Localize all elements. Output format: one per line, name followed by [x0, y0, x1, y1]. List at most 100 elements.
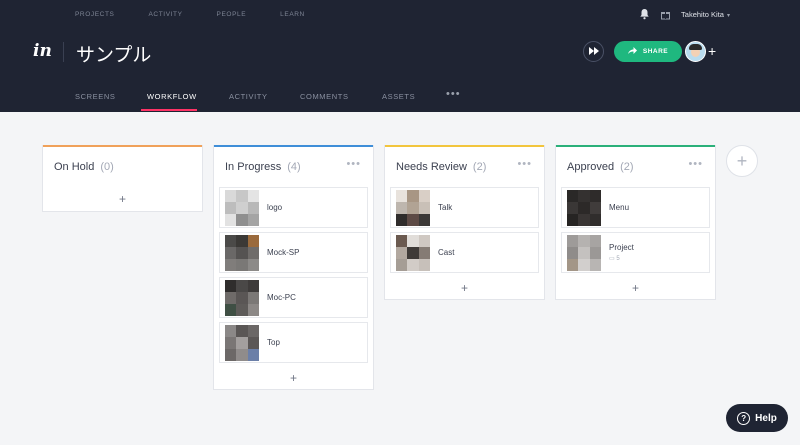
thumbnail-pixel — [418, 213, 430, 226]
column-title[interactable]: In Progress — [225, 161, 281, 173]
app-header: PROJECTS ACTIVITY PEOPLE LEARN Takehito … — [0, 0, 800, 112]
add-screen-button[interactable]: + — [556, 277, 715, 299]
thumbnail-pixel — [225, 291, 237, 304]
header-divider — [63, 42, 64, 62]
more-tabs-icon[interactable]: ••• — [446, 88, 461, 100]
thumbnail-pixel — [236, 291, 248, 304]
nav-learn[interactable]: LEARN — [280, 11, 305, 18]
thumbnail-pixel — [578, 234, 590, 247]
active-tab-indicator — [141, 109, 197, 111]
thumbnail-pixel — [236, 303, 248, 316]
thumbnail-pixel — [578, 213, 590, 226]
thumbnail-pixel — [589, 189, 601, 202]
card-info: Talk — [438, 203, 452, 212]
thumbnail-pixel — [567, 234, 579, 247]
tab-comments[interactable]: COMMENTS — [300, 92, 349, 101]
column-title[interactable]: Needs Review — [396, 161, 467, 173]
column-header: Needs Review (2) ••• — [385, 147, 544, 187]
thumbnail-pixel — [247, 189, 259, 202]
project-title[interactable]: サンプル — [76, 40, 151, 67]
card-info: Mock-SP — [267, 248, 299, 257]
card-info: Top — [267, 338, 280, 347]
invision-logo[interactable]: in — [33, 41, 52, 61]
thumbnail-pixel — [225, 234, 237, 247]
thumbnail-pixel — [589, 246, 601, 259]
help-button[interactable]: ? Help — [726, 404, 788, 432]
card-label: Talk — [438, 203, 453, 212]
thumbnail-pixel — [418, 189, 430, 202]
card-comments: ▭ 5 — [609, 255, 634, 262]
screen-thumbnail — [225, 189, 259, 226]
column-menu-icon[interactable]: ••• — [346, 158, 361, 170]
thumbnail-pixel — [225, 258, 237, 271]
thumbnail-pixel — [225, 303, 237, 316]
thumbnail-pixel — [396, 213, 408, 226]
thumbnail-pixel — [247, 213, 259, 226]
column-count: (4) — [287, 161, 301, 173]
column-title[interactable]: On Hold — [54, 161, 94, 173]
tab-activity[interactable]: ACTIVITY — [229, 92, 268, 101]
column-header: Approved (2) ••• — [556, 147, 715, 187]
add-screen-button[interactable]: + — [43, 187, 202, 211]
thumbnail-pixel — [407, 189, 419, 202]
screen-thumbnail — [396, 234, 430, 271]
column-menu-icon[interactable]: ••• — [517, 158, 532, 170]
thumbnail-pixel — [578, 189, 590, 202]
share-label: SHARE — [642, 48, 669, 55]
thumbnail-pixel — [247, 291, 259, 304]
comment-icon: ▭ — [609, 256, 615, 262]
tab-workflow[interactable]: WORKFLOW — [147, 92, 197, 101]
thumbnail-pixel — [225, 336, 237, 349]
top-nav: PROJECTS ACTIVITY PEOPLE LEARN — [75, 11, 339, 18]
thumbnail-pixel — [396, 258, 408, 271]
workflow-column: Approved (2) ••• Menu Project ▭ 5 + — [555, 145, 716, 300]
card-label: Menu — [609, 203, 630, 212]
screen-card[interactable]: logo — [219, 187, 368, 228]
user-name-text: Takehito Kita — [681, 9, 724, 19]
thumbnail-pixel — [225, 324, 237, 337]
screen-card[interactable]: Menu — [561, 187, 710, 228]
gift-icon[interactable] — [660, 9, 671, 20]
bell-icon[interactable] — [639, 8, 650, 20]
screen-thumbnail — [567, 234, 601, 271]
screen-card[interactable]: Talk — [390, 187, 539, 228]
add-collaborator-icon[interactable]: + — [708, 44, 716, 58]
preview-button[interactable] — [583, 41, 604, 62]
card-info: Moc-PC — [267, 293, 296, 302]
thumbnail-pixel — [407, 213, 419, 226]
user-name[interactable]: Takehito Kita ▾ — [681, 10, 730, 19]
screen-card[interactable]: Mock-SP — [219, 232, 368, 273]
nav-activity[interactable]: ACTIVITY — [148, 11, 182, 18]
thumbnail-pixel — [236, 279, 248, 292]
chevron-down-icon: ▾ — [726, 12, 730, 19]
screen-card[interactable]: Cast — [390, 232, 539, 273]
add-column-button[interactable]: + — [726, 145, 758, 177]
add-screen-button[interactable]: + — [385, 277, 544, 299]
nav-projects[interactable]: PROJECTS — [75, 11, 114, 18]
column-menu-icon[interactable]: ••• — [688, 158, 703, 170]
thumbnail-pixel — [589, 258, 601, 271]
avatar[interactable] — [685, 41, 706, 62]
add-screen-button[interactable]: + — [214, 367, 373, 389]
thumbnail-pixel — [407, 258, 419, 271]
avatar-hair — [689, 44, 702, 50]
column-header: In Progress (4) ••• — [214, 147, 373, 187]
nav-people[interactable]: PEOPLE — [217, 11, 247, 18]
thumbnail-pixel — [247, 348, 259, 361]
card-label: Mock-SP — [267, 248, 300, 257]
screen-card[interactable]: Moc-PC — [219, 277, 368, 318]
tab-screens[interactable]: SCREENS — [75, 92, 115, 101]
screen-card[interactable]: Project ▭ 5 — [561, 232, 710, 273]
column-header: On Hold (0) — [43, 147, 202, 187]
thumbnail-pixel — [396, 234, 408, 247]
screen-card[interactable]: Top — [219, 322, 368, 363]
tab-assets[interactable]: ASSETS — [382, 92, 415, 101]
card-label: Project — [609, 243, 634, 252]
project-tabs: SCREENS WORKFLOW ACTIVITY COMMENTS ASSET… — [0, 88, 800, 112]
thumbnail-pixel — [407, 201, 419, 214]
screen-thumbnail — [225, 324, 259, 361]
share-button[interactable]: SHARE — [614, 41, 682, 62]
column-title[interactable]: Approved — [567, 161, 614, 173]
thumbnail-pixel — [236, 246, 248, 259]
thumbnail-pixel — [396, 189, 408, 202]
